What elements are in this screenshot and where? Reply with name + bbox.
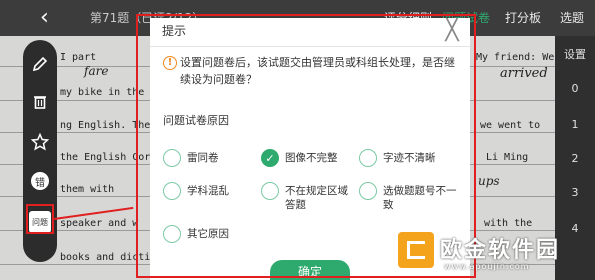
score-option[interactable]: 2 (555, 152, 595, 165)
star-icon[interactable] (28, 130, 52, 154)
score-option[interactable]: 0 (555, 82, 595, 95)
essay-line-right: we went to (480, 120, 541, 131)
handwritten-note: fare (84, 64, 109, 78)
watermark-logo-icon (398, 232, 434, 268)
essay-line: them with (60, 184, 115, 195)
back-arrow-icon[interactable]: ‹ (40, 6, 64, 30)
handwritten-note: arrived (500, 66, 548, 81)
trash-icon[interactable] (28, 90, 52, 114)
watermark-url: www.apoujin.com (444, 262, 530, 271)
highlight-box (26, 204, 54, 234)
essay-line: speaker and w (60, 218, 139, 229)
score-option[interactable]: 1 (555, 118, 595, 131)
score-column: 设置 0 1 2 3 4 (555, 36, 595, 280)
select-question-button[interactable]: 选题 (560, 9, 584, 26)
score-option[interactable]: 4 (555, 222, 595, 235)
score-option[interactable]: 3 (555, 186, 595, 199)
essay-line-right: My friend: We (476, 52, 555, 63)
watermark-name: 欧金软件园 (440, 238, 561, 263)
handwritten-note: ups (478, 174, 500, 188)
essay-line: I part (60, 52, 97, 63)
score-board-button[interactable]: 打分板 (505, 9, 541, 26)
essay-line-right: Li Ming (486, 152, 529, 163)
essay-line-right: with the (484, 218, 533, 229)
error-mark-button[interactable]: 错 (31, 172, 49, 190)
pencil-icon[interactable] (28, 52, 52, 76)
score-settings-label[interactable]: 设置 (555, 46, 595, 62)
